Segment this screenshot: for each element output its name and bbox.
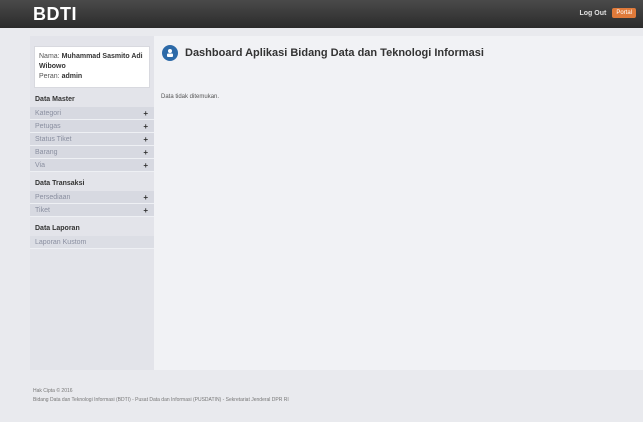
sidebar-item-status-tiket[interactable]: Status Tiket + — [30, 133, 154, 146]
sidebar-item-label: Persediaan — [35, 193, 71, 201]
sidebar-item-label: Barang — [35, 148, 58, 156]
user-info-box: Nama: Muhammad Sasmito Adi Wibowo Peran:… — [34, 46, 150, 88]
page-title-row: Dashboard Aplikasi Bidang Data dan Tekno… — [162, 45, 484, 61]
main-content: Dashboard Aplikasi Bidang Data dan Tekno… — [156, 36, 643, 370]
main-wrapper: Nama: Muhammad Sasmito Adi Wibowo Peran:… — [30, 36, 643, 370]
sidebar-item-label: Tiket — [35, 206, 50, 214]
sidebar-item-label: Via — [35, 161, 45, 169]
user-name-label: Nama: — [39, 53, 60, 60]
footer-credits: Bidang Data dan Teknologi Informasi (BDT… — [33, 397, 289, 403]
footer: Hak Cipta © 2016 Bidang Data dan Teknolo… — [33, 387, 289, 405]
sidebar-item-laporan-kustom[interactable]: Laporan Kustom — [30, 236, 154, 249]
sidebar-item-persediaan[interactable]: Persediaan + — [30, 191, 154, 204]
sidebar-item-label: Status Tiket — [35, 135, 72, 143]
portal-button[interactable]: Portal — [612, 8, 636, 18]
expand-plus-icon[interactable]: + — [143, 122, 148, 131]
expand-plus-icon[interactable]: + — [143, 161, 148, 170]
expand-plus-icon[interactable]: + — [143, 148, 148, 157]
expand-plus-icon[interactable]: + — [143, 193, 148, 202]
empty-state-message: Data tidak ditemukan. — [161, 94, 220, 100]
section-header-data-master: Data Master — [35, 96, 75, 103]
expand-plus-icon[interactable]: + — [143, 206, 148, 215]
sidebar-item-barang[interactable]: Barang + — [30, 146, 154, 159]
page-title: Dashboard Aplikasi Bidang Data dan Tekno… — [185, 47, 484, 59]
user-role: admin — [61, 73, 83, 80]
top-navbar: BDTI Log Out Portal — [0, 0, 643, 28]
dashboard-glyph-icon — [167, 49, 173, 57]
dashboard-icon — [162, 45, 178, 61]
user-role-label: Peran: — [39, 73, 60, 80]
sidebar-item-label: Kategori — [35, 109, 62, 117]
expand-plus-icon[interactable]: + — [143, 109, 148, 118]
section-header-data-transaksi: Data Transaksi — [35, 180, 85, 187]
sidebar-item-label: Petugas — [35, 122, 61, 130]
sidebar-item-kategori[interactable]: Kategori + — [30, 107, 154, 120]
sidebar-item-tiket[interactable]: Tiket + — [30, 204, 154, 217]
section-header-data-laporan: Data Laporan — [35, 225, 80, 232]
sidebar: Nama: Muhammad Sasmito Adi Wibowo Peran:… — [30, 36, 154, 370]
sidebar-item-petugas[interactable]: Petugas + — [30, 120, 154, 133]
expand-plus-icon[interactable]: + — [143, 135, 148, 144]
logout-link[interactable]: Log Out — [579, 10, 606, 17]
sidebar-item-via[interactable]: Via + — [30, 159, 154, 172]
topbar-actions: Log Out Portal — [579, 8, 636, 18]
brand-logo[interactable]: BDTI — [33, 4, 77, 25]
footer-copyright: Hak Cipta © 2016 — [33, 388, 73, 394]
sidebar-item-label: Laporan Kustom — [35, 238, 87, 246]
